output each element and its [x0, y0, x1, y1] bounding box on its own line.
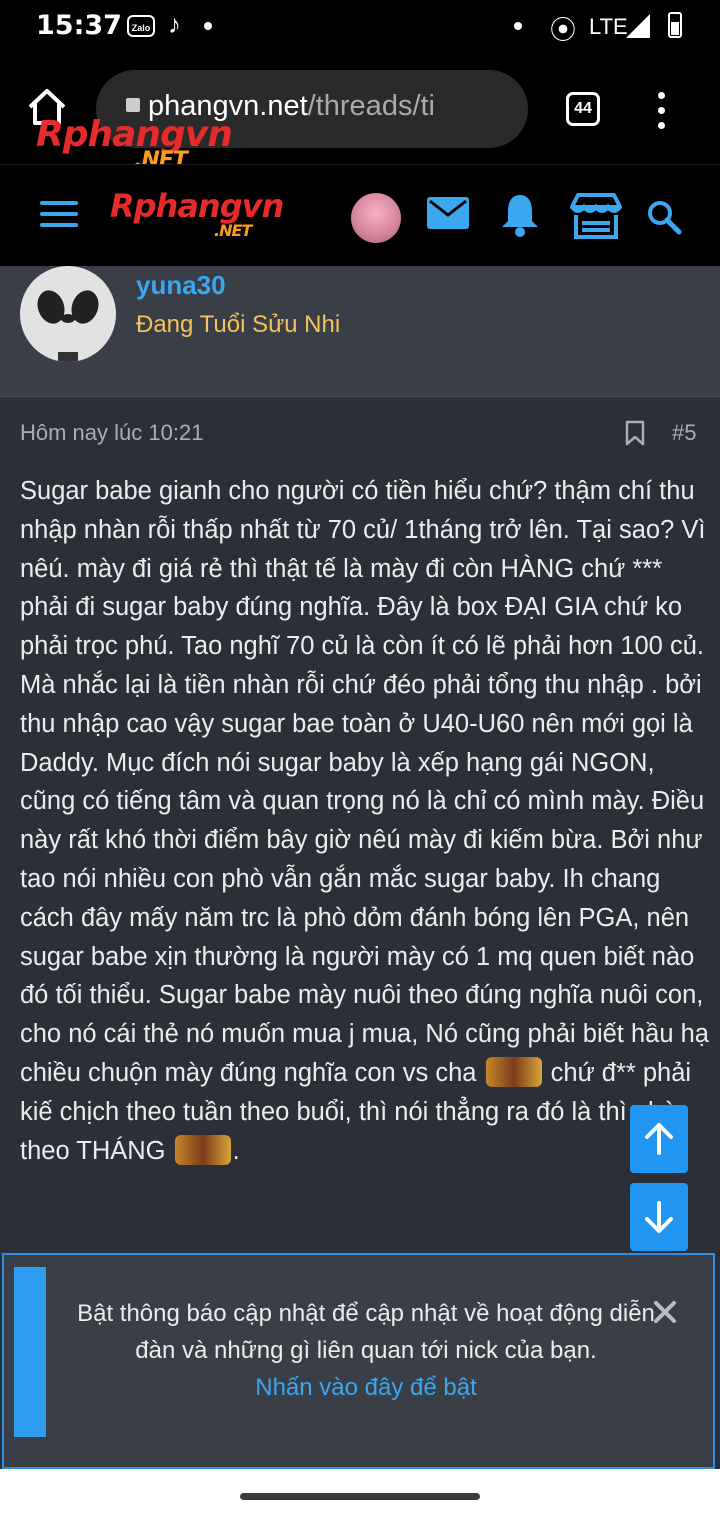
tab-switcher-button[interactable]: 44	[566, 92, 600, 126]
signal-icon	[626, 14, 650, 38]
scroll-to-bottom-button[interactable]	[630, 1183, 688, 1251]
tiktok-icon: ♪	[168, 9, 181, 39]
post-text-part1: Sugar babe gianh cho người có tiền hiểu …	[20, 477, 709, 1087]
bell-icon[interactable]	[500, 193, 540, 237]
arrow-down-icon	[645, 1201, 673, 1233]
hotspot-icon: ⦿	[550, 15, 577, 45]
post-timestamp[interactable]: Hôm nay lúc 10:21	[20, 420, 203, 446]
arrow-up-icon	[645, 1123, 673, 1155]
post-text-part3: .	[232, 1136, 240, 1165]
battery-icon	[668, 12, 682, 38]
close-icon[interactable]	[652, 1299, 678, 1325]
gesture-bar[interactable]	[240, 1493, 480, 1500]
push-notification-banner: Bật thông báo cập nhật để cập nhật về ho…	[2, 1253, 715, 1469]
site-logo-text: Rphangvn	[110, 187, 284, 225]
post-number[interactable]: #5	[672, 420, 696, 446]
site-header: Rphangvn .NET	[0, 164, 720, 267]
scroll-to-top-button[interactable]	[630, 1105, 688, 1173]
avatar-nose	[61, 314, 75, 323]
post-body: Sugar babe gianh cho người có tiền hiểu …	[20, 472, 710, 1170]
enable-notifications-link[interactable]: Nhấn vào đây để bật	[255, 1374, 477, 1401]
treasure-emoji-icon	[485, 1056, 542, 1087]
network-type: LTE	[589, 14, 628, 39]
post-author-block: yuna30 Đang Tuổi Sửu Nhi	[0, 266, 720, 397]
url-path: /threads/ti	[307, 90, 435, 122]
account-avatar[interactable]	[351, 193, 401, 243]
store-icon[interactable]	[568, 193, 624, 239]
floating-site-logo: Rphangvn .NET	[36, 114, 233, 173]
menu-icon[interactable]	[40, 201, 78, 231]
lock-icon	[126, 98, 140, 112]
notification-dot-icon	[204, 22, 212, 30]
site-logo[interactable]: Rphangvn .NET	[110, 187, 284, 240]
user-title: Đang Tuổi Sửu Nhi	[136, 311, 341, 338]
banner-text: Bật thông báo cập nhật để cập nhật về ho…	[76, 1295, 656, 1406]
avatar-chin	[58, 352, 78, 362]
username-link[interactable]: yuna30	[136, 270, 226, 301]
bookmark-icon[interactable]	[624, 420, 646, 446]
treasure-emoji-icon	[174, 1134, 231, 1165]
zalo-icon: Zalo	[127, 15, 155, 37]
banner-message: Bật thông báo cập nhật để cập nhật về ho…	[77, 1300, 655, 1364]
dot-icon	[514, 22, 522, 30]
browser-toolbar: phangvn.net/threads/ti Rphangvn .NET 44	[0, 56, 720, 173]
mail-icon[interactable]	[427, 197, 469, 229]
user-avatar[interactable]	[20, 266, 116, 362]
status-time: 15:37	[36, 10, 122, 41]
banner-accent-bar	[14, 1267, 46, 1437]
search-icon[interactable]	[646, 199, 682, 235]
browser-menu-icon[interactable]	[658, 92, 668, 132]
status-bar: 15:37 Zalo ♪ ⦿ LTE	[0, 0, 720, 56]
